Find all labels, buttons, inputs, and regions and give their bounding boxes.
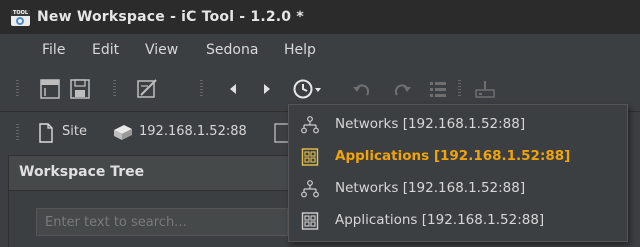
search-field[interactable] [36, 208, 288, 236]
device-upload-icon[interactable] [474, 79, 496, 99]
new-workspace-icon[interactable] [40, 79, 60, 99]
menu-help[interactable]: Help [284, 42, 316, 58]
history-item-label: Networks [192.168.1.52:88] [335, 180, 526, 196]
toolbar-grip[interactable] [113, 80, 116, 98]
history-item-applications[interactable]: Applications [192.168.1.52:88] [289, 205, 627, 237]
breadcrumb-site[interactable]: Site [62, 124, 87, 139]
applications-icon [274, 123, 288, 143]
redo-icon[interactable] [392, 79, 412, 99]
toolbar-grip[interactable] [200, 80, 203, 98]
toolbar-grip[interactable] [16, 80, 19, 98]
history-item-label: Networks [192.168.1.52:88] [335, 116, 526, 132]
panel-title: Workspace Tree [19, 164, 145, 180]
undo-icon[interactable] [352, 79, 372, 99]
history-item-networks[interactable]: Networks [192.168.1.52:88] [289, 109, 627, 141]
back-arrow-icon[interactable] [228, 83, 238, 95]
network-icon [301, 116, 319, 134]
gear-icon [16, 17, 24, 25]
history-clock-icon[interactable] [292, 77, 322, 101]
search-input[interactable] [37, 209, 287, 235]
history-item-label: Applications [192.168.1.52:88] [335, 212, 545, 228]
edit-document-icon[interactable] [136, 78, 158, 100]
app-icon-label: TOOL [11, 10, 30, 16]
history-dropdown: Networks [192.168.1.52:88] Applications … [288, 104, 628, 242]
history-item-applications[interactable]: Applications [192.168.1.52:88] [289, 141, 627, 173]
network-icon [301, 180, 319, 198]
history-item-networks[interactable]: Networks [192.168.1.52:88] [289, 173, 627, 205]
menu-view[interactable]: View [145, 42, 178, 58]
workspace-tree-header: Workspace Tree [8, 155, 298, 191]
applications-icon [301, 212, 319, 230]
ic-tool-app-icon: TOOL [11, 10, 30, 26]
menu-edit[interactable]: Edit [92, 42, 119, 58]
list-icon[interactable] [428, 79, 448, 99]
menu-file[interactable]: File [42, 42, 65, 58]
breadcrumb-device-address[interactable]: 192.168.1.52:88 [139, 124, 247, 139]
toolbar-grip[interactable] [16, 124, 19, 142]
menu-sedona[interactable]: Sedona [206, 42, 258, 58]
title-bar: TOOL New Workspace - iC Tool - 1.2.0 * [0, 0, 640, 34]
site-document-icon [39, 123, 53, 143]
applications-icon [301, 148, 319, 166]
window-title: New Workspace - iC Tool - 1.2.0 * [37, 9, 304, 25]
menu-bar: File Edit View Sedona Help [0, 34, 640, 66]
history-item-label: Applications [192.168.1.52:88] [335, 148, 571, 164]
forward-arrow-icon[interactable] [262, 83, 272, 95]
save-icon[interactable] [70, 79, 90, 99]
toolbar-grip[interactable] [458, 80, 461, 98]
device-icon [114, 125, 132, 140]
